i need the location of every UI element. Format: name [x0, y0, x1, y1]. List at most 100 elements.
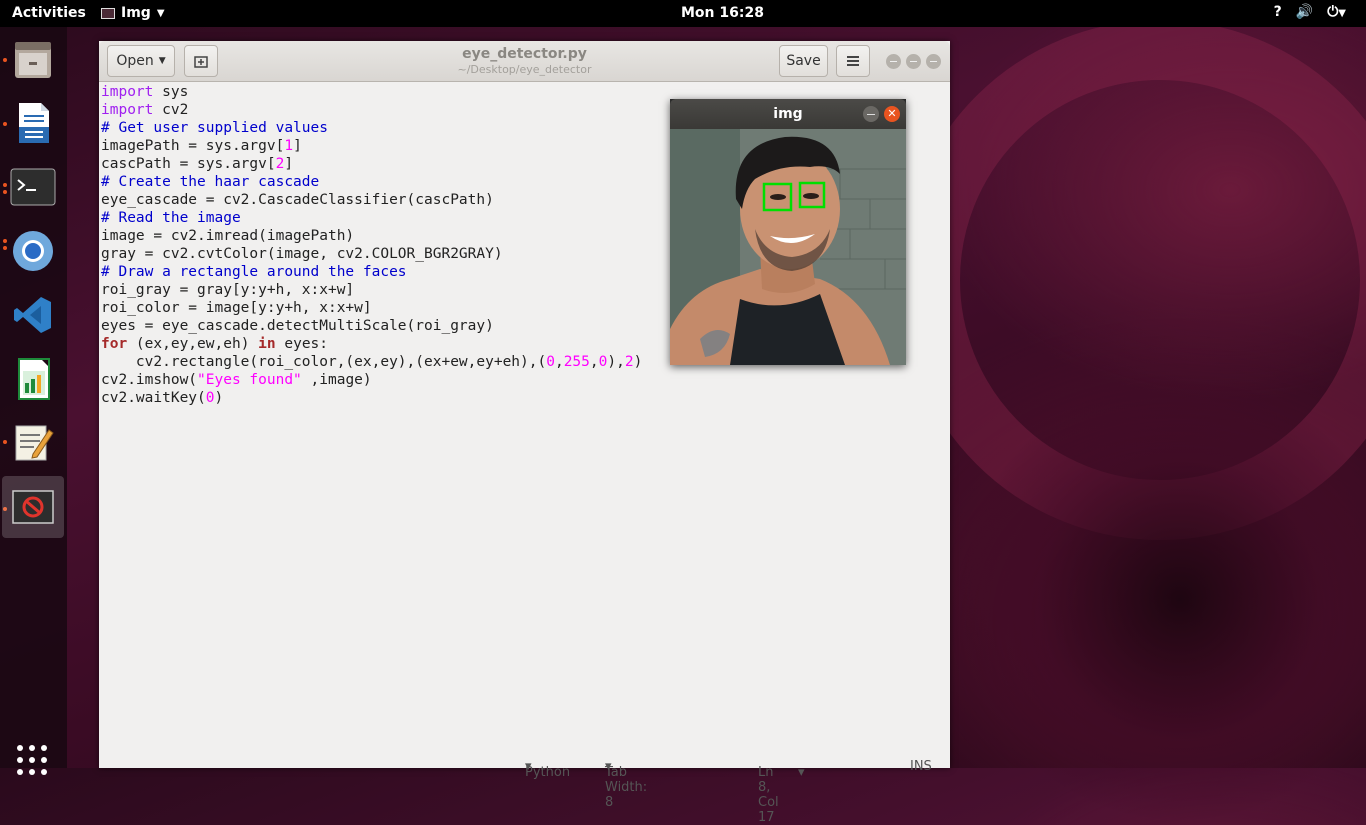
- code-token: ]: [284, 156, 294, 172]
- code-line[interactable]: for (ex,ey,ew,eh) in eyes:: [101, 335, 642, 353]
- running-indicator: [3, 190, 7, 194]
- tab-width-selector[interactable]: Tab Width: 8 ▾: [605, 759, 647, 810]
- minimize-button[interactable]: [886, 54, 901, 69]
- img-titlebar[interactable]: img ✕: [670, 99, 906, 129]
- code-token: cv2.imshow(: [101, 372, 198, 388]
- files-icon: [15, 42, 51, 78]
- activities-button[interactable]: Activities: [12, 5, 86, 21]
- save-button-label: Save: [786, 53, 821, 69]
- code-line[interactable]: roi_color = image[y:y+h, x:x+w]: [101, 299, 642, 317]
- minimize-button[interactable]: [863, 106, 879, 122]
- header-bar: Open ▼ eye_detector.py ~/Desktop/eye_det…: [99, 41, 950, 82]
- code-token: eyes:: [275, 336, 329, 352]
- system-tray[interactable]: ? 🔊 ⏻▼: [1274, 4, 1346, 20]
- code-line[interactable]: # Get user supplied values: [101, 119, 642, 137]
- code-token: ): [633, 354, 643, 370]
- code-line[interactable]: import cv2: [101, 101, 642, 119]
- running-indicator: [3, 122, 7, 126]
- code-token: ,: [589, 354, 599, 370]
- code-token: image = cv2.imread(imagePath): [101, 228, 355, 244]
- running-indicator: [3, 440, 7, 444]
- code-token: roi_gray = gray[y:y+h, x:x+w]: [101, 282, 355, 298]
- running-indicator: [3, 246, 7, 250]
- detected-eyes-image: [670, 129, 906, 365]
- dock-files[interactable]: [9, 36, 57, 84]
- code-token: ,: [554, 354, 564, 370]
- code-token: import: [101, 84, 154, 100]
- code-line[interactable]: imagePath = sys.argv[1]: [101, 137, 642, 155]
- code-line[interactable]: image = cv2.imread(imagePath): [101, 227, 642, 245]
- terminal-icon: [10, 168, 56, 206]
- code-editor[interactable]: import sys import cv2 # Get user supplied …: [101, 83, 642, 407]
- power-icon[interactable]: ⏻▼: [1327, 4, 1346, 20]
- insert-mode[interactable]: INS: [910, 759, 932, 774]
- show-applications-icon[interactable]: [17, 745, 47, 775]
- img-window-icon: [12, 490, 54, 524]
- running-indicator: [3, 58, 7, 62]
- code-token: for: [101, 336, 128, 352]
- code-token: import: [101, 102, 154, 118]
- maximize-button[interactable]: [906, 54, 921, 69]
- code-line[interactable]: cv2.imshow("Eyes found" ,image): [101, 371, 642, 389]
- code-token: ]: [293, 138, 302, 154]
- face-photo: [670, 129, 906, 365]
- close-button[interactable]: [926, 54, 941, 69]
- code-token: 2: [624, 354, 634, 370]
- language-selector[interactable]: Python ▾: [525, 759, 570, 780]
- code-token: cascPath = sys.argv[: [101, 156, 276, 172]
- code-line[interactable]: eye_cascade = cv2.CascadeClassifier(casc…: [101, 191, 642, 209]
- code-line[interactable]: gray = cv2.cvtColor(image, cv2.COLOR_BGR…: [101, 245, 642, 263]
- status-bar: Python ▾ Tab Width: 8 ▾ Ln 8, Col 17 ▾ I…: [525, 759, 932, 825]
- dock-calc[interactable]: [9, 355, 57, 403]
- code-token: cv2.waitKey(: [101, 390, 206, 406]
- code-line[interactable]: cv2.rectangle(roi_color,(ex,ey),(ex+ew,e…: [101, 353, 642, 371]
- chevron-down-icon: ▼: [156, 7, 165, 19]
- menu-button[interactable]: [836, 45, 870, 77]
- code-token: cv2.rectangle(roi_color,(ex,ey),(ex+ew,e…: [101, 354, 547, 370]
- code-token: # Read the image: [101, 210, 241, 226]
- code-line[interactable]: import sys: [101, 83, 642, 101]
- code-token: # Get user supplied values: [101, 120, 328, 136]
- code-token: 1: [284, 138, 294, 154]
- close-button[interactable]: ✕: [884, 106, 900, 122]
- code-line[interactable]: roi_gray = gray[y:y+h, x:x+w]: [101, 281, 642, 299]
- code-token: "Eyes found": [197, 372, 302, 388]
- app-menu-label: Img: [121, 5, 151, 21]
- code-token: gray = cv2.cvtColor(image, cv2.COLOR_BGR…: [101, 246, 503, 262]
- help-icon[interactable]: ?: [1274, 4, 1282, 20]
- code-token: # Create the haar cascade: [101, 174, 320, 190]
- top-bar: Activities Img ▼ Mon 16:28 ? 🔊 ⏻▼: [0, 0, 1366, 27]
- code-token: in: [258, 336, 276, 352]
- save-button[interactable]: Save: [779, 45, 828, 77]
- calc-icon: [18, 358, 50, 400]
- dock: [0, 27, 67, 775]
- code-token: 255: [563, 354, 590, 370]
- code-line[interactable]: eyes = eye_cascade.detectMultiScale(roi_…: [101, 317, 642, 335]
- img-window: img ✕: [670, 99, 906, 365]
- code-token: # Draw a rectangle around the faces: [101, 264, 407, 280]
- clock[interactable]: Mon 16:28: [681, 5, 764, 21]
- writer-icon: [19, 103, 49, 143]
- dock-terminal[interactable]: [9, 163, 57, 211]
- code-line[interactable]: # Create the haar cascade: [101, 173, 642, 191]
- code-token: ,image): [301, 372, 372, 388]
- code-token: 0: [546, 354, 555, 370]
- code-token: ): [214, 390, 224, 406]
- app-window-icon: [101, 7, 115, 19]
- chromium-icon: [13, 231, 53, 271]
- code-token: sys: [153, 84, 189, 100]
- app-menu[interactable]: Img ▼: [101, 5, 165, 21]
- dock-vscode[interactable]: [9, 291, 57, 339]
- volume-icon[interactable]: 🔊: [1296, 4, 1313, 20]
- dock-chromium[interactable]: [9, 227, 57, 275]
- code-token: roi_color = image[y:y+h, x:x+w]: [101, 300, 372, 316]
- code-line[interactable]: cascPath = sys.argv[2]: [101, 155, 642, 173]
- dock-img[interactable]: [2, 476, 64, 538]
- dock-text-editor[interactable]: [9, 418, 57, 466]
- code-line[interactable]: cv2.waitKey(0): [101, 389, 642, 407]
- dock-writer[interactable]: [9, 99, 57, 147]
- code-line[interactable]: # Read the image: [101, 209, 642, 227]
- code-token: imagePath = sys.argv[: [101, 138, 285, 154]
- hamburger-icon: [847, 56, 859, 66]
- code-line[interactable]: # Draw a rectangle around the faces: [101, 263, 642, 281]
